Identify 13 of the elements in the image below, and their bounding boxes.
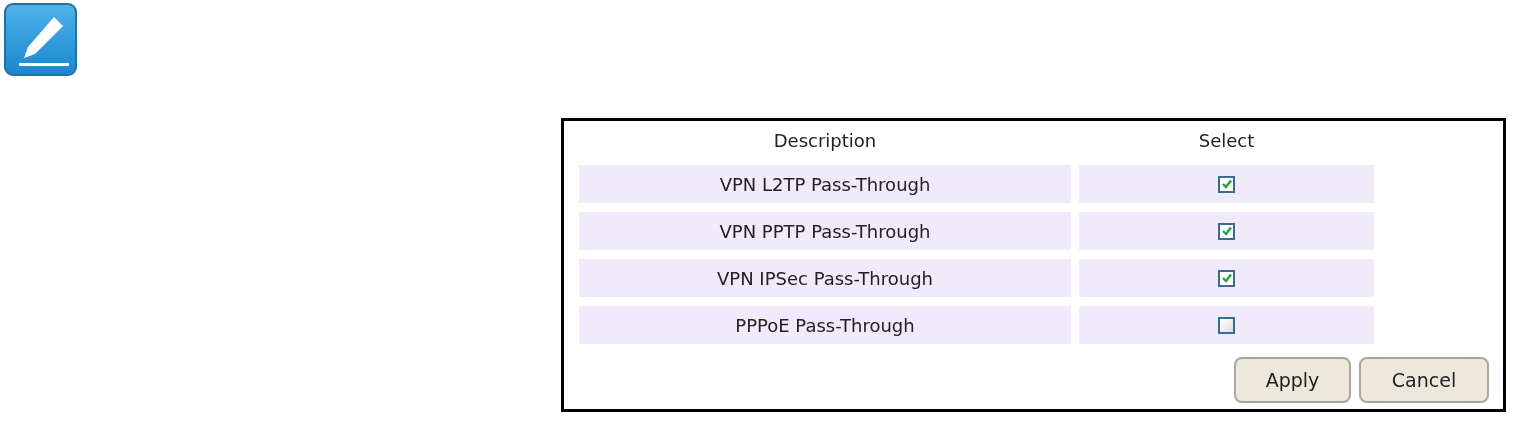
- checkbox[interactable]: [1218, 175, 1235, 193]
- checkbox[interactable]: [1218, 222, 1235, 240]
- action-button[interactable]: Apply: [1234, 357, 1351, 403]
- table-cell: VPN IPSec Pass-Through: [579, 259, 1071, 297]
- checkbox[interactable]: [1218, 316, 1235, 334]
- column-header: Description: [772, 129, 878, 153]
- pencil-icon: [4, 3, 77, 76]
- table-cell: VPN PPTP Pass-Through: [579, 212, 1071, 250]
- checkbox[interactable]: [1218, 269, 1235, 287]
- table-cell: PPPoE Pass-Through: [579, 306, 1071, 344]
- column-header: Select: [1197, 129, 1256, 153]
- table-cell: VPN L2TP Pass-Through: [579, 165, 1071, 203]
- action-button[interactable]: Cancel: [1359, 357, 1489, 403]
